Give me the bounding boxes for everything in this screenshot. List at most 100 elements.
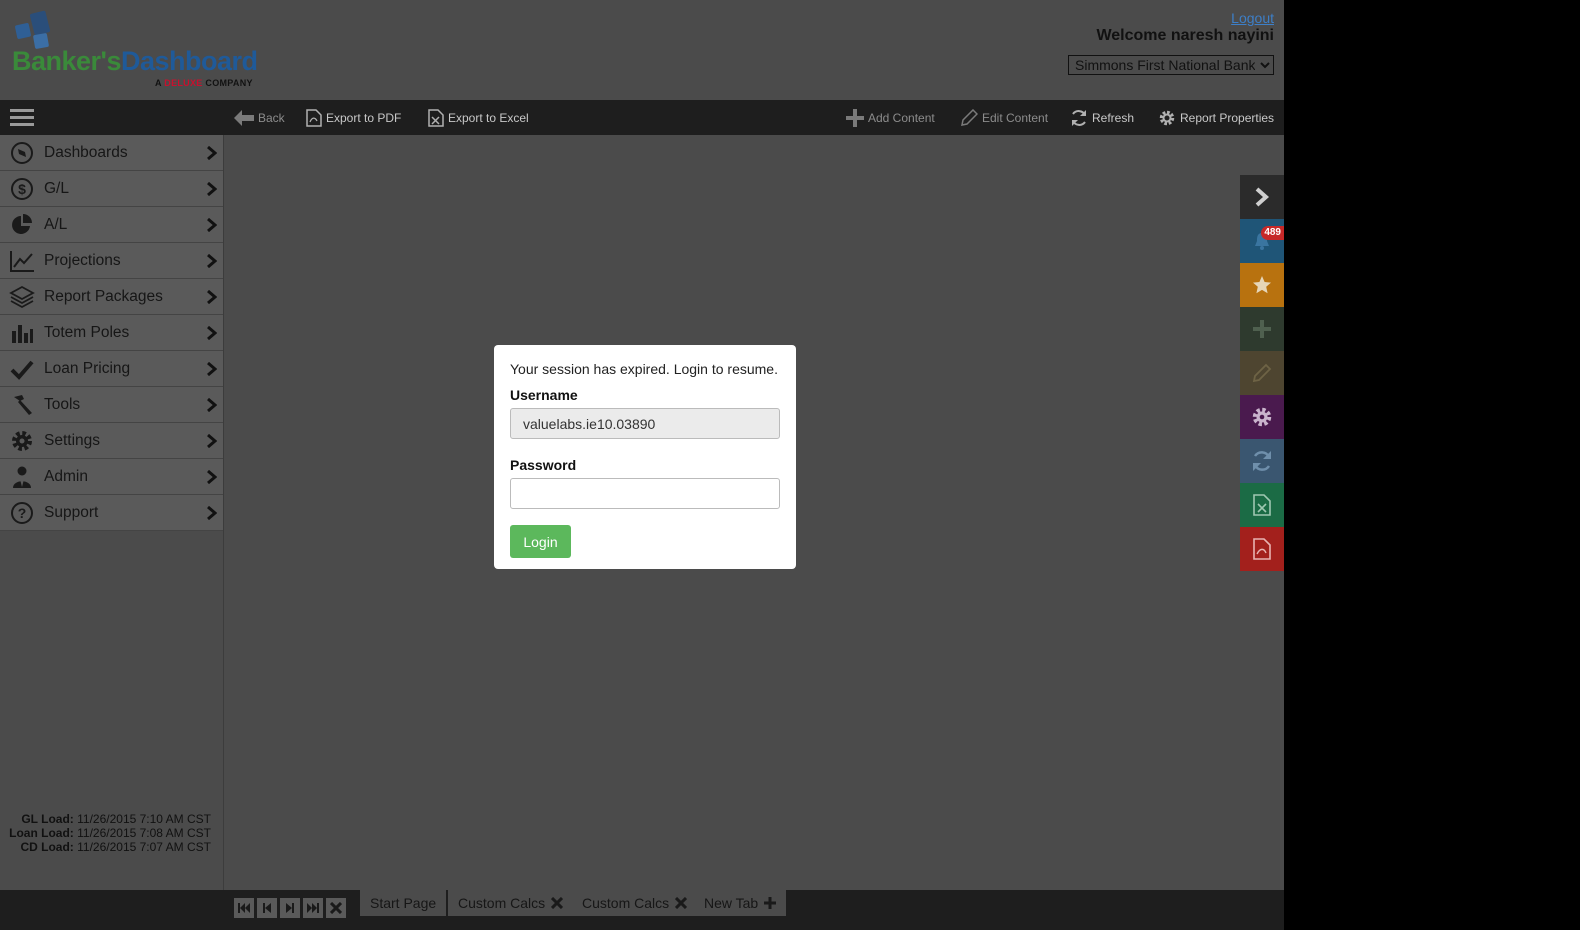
cd-load-value: 11/26/2015 7:07 AM CST [77, 840, 211, 854]
sidebar-item-label: Support [44, 503, 99, 521]
password-input[interactable] [510, 478, 780, 509]
logo-sub-prefix: A [155, 78, 165, 88]
previous-icon [263, 903, 271, 913]
report-properties-label: Report Properties [1180, 110, 1275, 125]
plus-icon[interactable] [764, 897, 777, 909]
chevron-right-icon [207, 289, 218, 309]
gl-load-label: GL Load: [21, 812, 74, 826]
rail-add-content-button[interactable] [1240, 307, 1284, 351]
skip-first-icon [238, 903, 250, 913]
sidebar-item-label: Tools [44, 395, 81, 413]
hamburger-menu-icon[interactable] [10, 109, 34, 127]
sidebar-item-al[interactable]: A/L [0, 207, 223, 243]
cd-load-row: CD Load: 11/26/2015 7:07 AM CST [1, 840, 211, 854]
sidebar-item-report-packages[interactable]: Report Packages [0, 279, 223, 315]
sidebar-item-label: G/L [44, 179, 69, 197]
loan-load-row: Loan Load: 11/26/2015 7:08 AM CST [1, 826, 211, 840]
logout-link[interactable]: Logout [1231, 10, 1274, 26]
tab-label: Custom Calcs [582, 895, 670, 911]
sidebar-item-projections[interactable]: Projections [0, 243, 223, 279]
gl-load-row: GL Load: 11/26/2015 7:10 AM CST [1, 812, 211, 826]
pdf-file-icon [1253, 538, 1271, 560]
username-label: Username [510, 387, 578, 403]
loan-load-value: 11/26/2015 7:08 AM CST [77, 826, 211, 840]
first-tab-button[interactable] [234, 898, 254, 918]
sidebar-item-settings[interactable]: Settings [0, 423, 223, 459]
question-circle-icon: ? [0, 495, 44, 531]
sidebar-item-loan-pricing[interactable]: Loan Pricing [0, 351, 223, 387]
logo: Banker'sDashboard A DELUXE COMPANY [10, 8, 270, 88]
sidebar-item-tools[interactable]: Tools [0, 387, 223, 423]
tab-start-page[interactable]: Start Page [360, 890, 447, 916]
bar-chart-icon [0, 315, 44, 351]
username-input[interactable] [510, 408, 780, 439]
last-tab-button[interactable] [303, 898, 323, 918]
back-label: Back [258, 110, 285, 125]
collapse-rail-button[interactable] [1240, 175, 1284, 219]
refresh-button[interactable]: Refresh [1070, 100, 1134, 135]
plus-icon [846, 108, 864, 127]
add-content-button[interactable]: Add Content [846, 100, 935, 135]
plus-icon [1253, 320, 1271, 338]
favorites-button[interactable] [1240, 263, 1284, 307]
line-chart-icon [0, 243, 44, 279]
bank-select[interactable]: Simmons First National Bank [1068, 55, 1274, 75]
tab-new-tab[interactable]: New Tab [694, 890, 787, 916]
sidebar-item-label: Settings [44, 431, 101, 449]
export-excel-button[interactable]: Export to Excel [428, 100, 529, 135]
session-expired-message: Your session has expired. Login to resum… [510, 361, 778, 377]
tab-custom-calcs-2[interactable]: Custom Calcs [572, 890, 698, 916]
data-load-status: GL Load: 11/26/2015 7:10 AM CST Loan Loa… [1, 812, 211, 854]
chevron-right-icon [207, 469, 218, 489]
chevron-right-icon [207, 433, 218, 453]
chevron-right-icon [207, 217, 218, 237]
close-tab-icon[interactable] [551, 897, 564, 909]
right-action-rail: 489 [1240, 175, 1284, 571]
chevron-right-icon [1255, 187, 1270, 207]
tab-custom-calcs-1[interactable]: Custom Calcs [448, 890, 574, 916]
export-pdf-button[interactable]: Export to PDF [306, 100, 401, 135]
rail-refresh-button[interactable] [1240, 439, 1284, 483]
compass-icon [0, 135, 44, 171]
rail-export-pdf-button[interactable] [1240, 527, 1284, 571]
sidebar-item-label: Report Packages [44, 287, 163, 305]
next-tab-button[interactable] [280, 898, 300, 918]
sidebar-item-admin[interactable]: Admin [0, 459, 223, 495]
sidebar-item-totem-poles[interactable]: Totem Poles [0, 315, 223, 351]
rail-edit-content-button[interactable] [1240, 351, 1284, 395]
login-button[interactable]: Login [510, 525, 571, 558]
rail-settings-button[interactable] [1240, 395, 1284, 439]
chevron-right-icon [207, 181, 218, 201]
notification-count-badge: 489 [1261, 226, 1284, 240]
notifications-button[interactable]: 489 [1240, 219, 1284, 263]
chevron-right-icon [207, 505, 218, 525]
refresh-icon [1253, 451, 1271, 471]
back-button[interactable]: Back [234, 100, 285, 135]
sidebar-item-label: Projections [44, 251, 121, 269]
edit-content-button[interactable]: Edit Content [960, 100, 1048, 135]
sidebar-item-label: Admin [44, 467, 88, 485]
sidebar-item-gl[interactable]: $ G/L [0, 171, 223, 207]
sidebar-item-support[interactable]: ? Support [0, 495, 223, 531]
loan-load-label: Loan Load: [9, 826, 74, 840]
tab-bar: Start Page Custom Calcs Custom Calcs New… [0, 890, 1284, 930]
chevron-right-icon [207, 361, 218, 381]
previous-tab-button[interactable] [257, 898, 277, 918]
rail-export-excel-button[interactable] [1240, 483, 1284, 527]
chevron-right-icon [207, 325, 218, 345]
close-all-tabs-button[interactable] [326, 898, 346, 918]
tab-label: Start Page [370, 895, 437, 911]
sidebar-item-dashboards[interactable]: Dashboards [0, 135, 223, 171]
skip-last-icon [307, 903, 319, 913]
star-icon [1253, 276, 1271, 294]
sidebar: Dashboards $ G/L A/L Projections Report … [0, 135, 224, 890]
session-expired-dialog: Your session has expired. Login to resum… [494, 345, 796, 569]
logo-sub-brand: DELUXE [164, 78, 203, 88]
logo-text: Banker'sDashboard [12, 46, 258, 77]
report-properties-button[interactable]: Report Properties [1158, 100, 1274, 135]
sidebar-item-label: A/L [44, 215, 68, 233]
export-excel-label: Export to Excel [448, 110, 529, 125]
excel-file-icon [428, 108, 444, 127]
sidebar-item-label: Loan Pricing [44, 359, 131, 377]
close-tab-icon[interactable] [675, 897, 688, 909]
